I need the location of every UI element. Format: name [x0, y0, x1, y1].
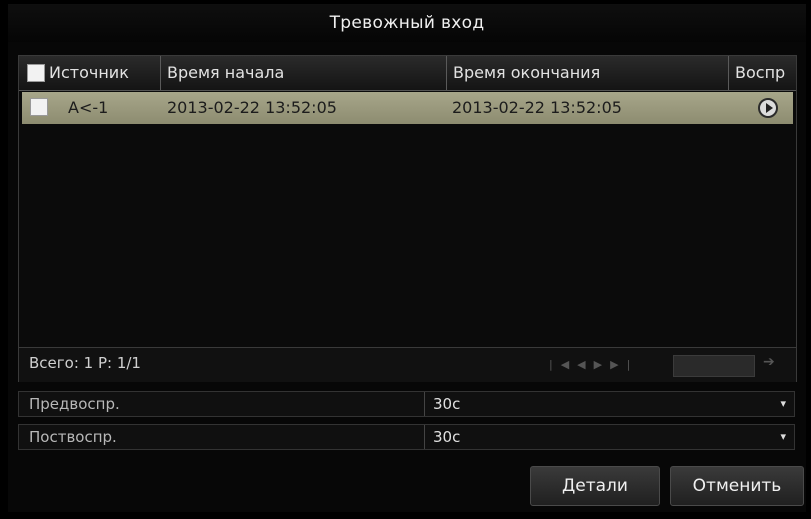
pagination-controls: |◀◀▶▶|	[549, 358, 638, 371]
cancel-button[interactable]: Отменить	[670, 466, 804, 506]
pre-play-value: 30с	[433, 395, 461, 413]
table-footer: Всего: 1 P: 1/1 |◀◀▶▶| ➔	[19, 347, 796, 382]
go-arrow-icon[interactable]: ➔	[763, 354, 775, 370]
pre-play-label: Предвоспр.	[29, 395, 120, 413]
results-table: Источник Время начала Время окончания Во…	[18, 55, 797, 382]
post-play-select[interactable]: 30с ▾	[424, 425, 794, 449]
col-header-end-time[interactable]: Время окончания	[447, 56, 729, 90]
dialog-title: Тревожный вход	[8, 4, 806, 42]
post-play-label: Поствоспр.	[29, 428, 117, 446]
row-checkbox[interactable]	[30, 98, 48, 116]
col-header-playback[interactable]: Воспр	[729, 56, 796, 90]
next-page-icon[interactable]: ▶	[594, 358, 610, 371]
post-play-value: 30с	[433, 428, 461, 446]
cell-source: A<-1	[68, 98, 109, 117]
pre-play-setting: Предвоспр. 30с ▾	[18, 391, 795, 417]
pre-play-select[interactable]: 30с ▾	[424, 392, 794, 416]
total-count-label: Всего: 1 P: 1/1	[29, 354, 141, 372]
chevron-down-icon[interactable]: ▾	[780, 425, 786, 449]
col-header-start-time[interactable]: Время начала	[161, 56, 447, 90]
table-row[interactable]: A<-1 2013-02-22 13:52:05 2013-02-22 13:5…	[22, 92, 793, 124]
chevron-down-icon[interactable]: ▾	[780, 392, 786, 416]
cell-end-time: 2013-02-22 13:52:05	[452, 98, 622, 117]
col-header-source[interactable]: Источник	[47, 56, 161, 90]
prev-page-icon[interactable]: ◀	[577, 358, 593, 371]
details-button[interactable]: Детали	[530, 466, 660, 506]
first-page-icon[interactable]: |◀	[549, 358, 577, 371]
cell-start-time: 2013-02-22 13:52:05	[167, 98, 337, 117]
last-page-icon[interactable]: ▶|	[610, 358, 638, 371]
page-number-input[interactable]	[673, 355, 755, 377]
table-header: Источник Время начала Время окончания Во…	[19, 56, 796, 91]
play-circle-icon[interactable]	[758, 98, 778, 118]
select-all-checkbox[interactable]	[27, 64, 45, 82]
post-play-setting: Поствоспр. 30с ▾	[18, 424, 795, 450]
